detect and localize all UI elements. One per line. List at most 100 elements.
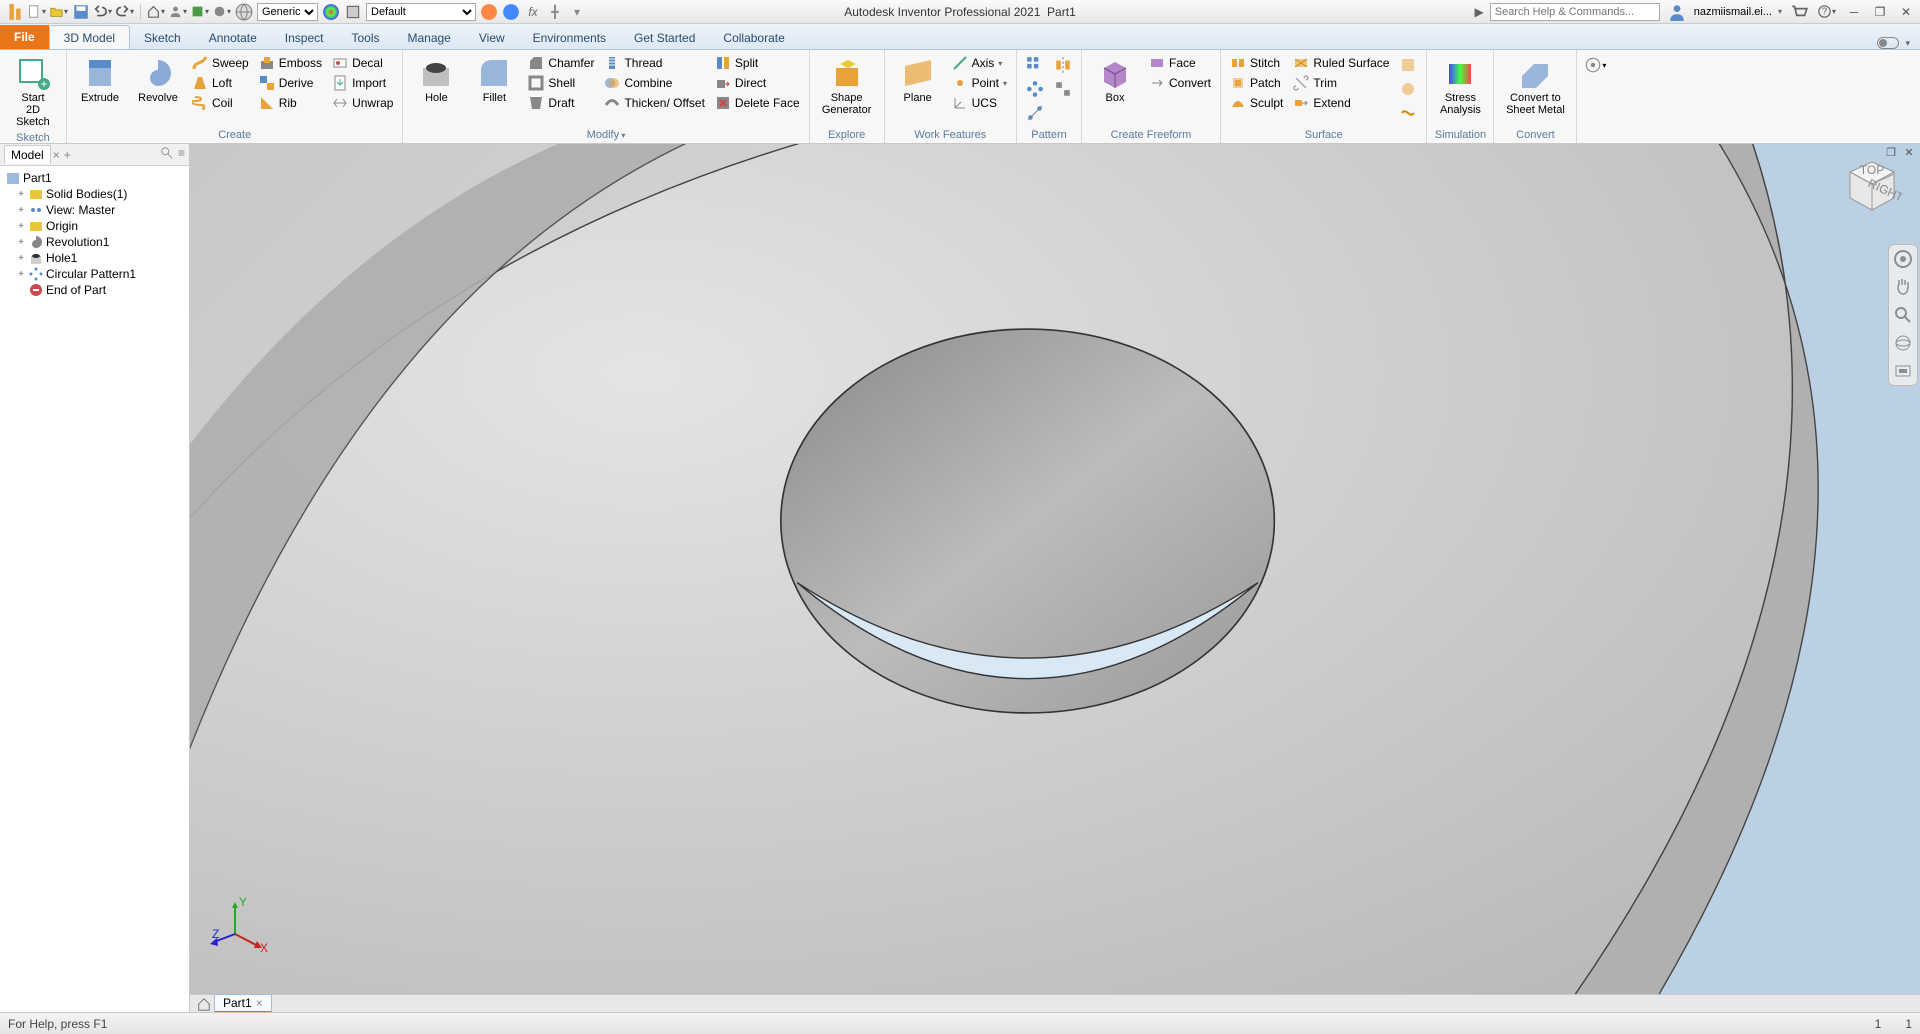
- tree-origin[interactable]: +Origin: [2, 218, 187, 234]
- tree-solid-bodies[interactable]: +Solid Bodies(1): [2, 186, 187, 202]
- scene-3d[interactable]: [190, 144, 1920, 994]
- surf3-button[interactable]: [1396, 102, 1420, 124]
- fx-icon[interactable]: fx: [524, 3, 542, 21]
- ribbon-toggle[interactable]: [1877, 37, 1899, 49]
- tab-collaborate[interactable]: Collaborate: [709, 26, 798, 49]
- browser-menu-icon[interactable]: ≡: [178, 146, 185, 163]
- viewport-close-icon[interactable]: ✕: [1902, 146, 1916, 160]
- fillet-button[interactable]: Fillet: [467, 54, 521, 106]
- nav-orbit-icon[interactable]: [1893, 333, 1913, 353]
- mirror-button[interactable]: [1051, 54, 1075, 76]
- unwrap-button[interactable]: Unwrap: [329, 94, 396, 112]
- tree-root[interactable]: Part1: [2, 170, 187, 186]
- color-wheel-icon[interactable]: [322, 3, 340, 21]
- thicken-button[interactable]: Thicken/ Offset: [601, 94, 707, 112]
- appearance-cube-icon[interactable]: [344, 3, 362, 21]
- chamfer-button[interactable]: Chamfer: [525, 54, 597, 72]
- user-icon[interactable]: [1668, 3, 1686, 21]
- viewport[interactable]: ❐ ✕ TOP RIGHT: [190, 144, 1920, 994]
- save-icon[interactable]: [72, 3, 90, 21]
- cart-icon[interactable]: [1790, 3, 1808, 21]
- restore-button[interactable]: ❐: [1870, 5, 1890, 19]
- thread-button[interactable]: Thread: [601, 54, 707, 72]
- trim-button[interactable]: Trim: [1290, 74, 1392, 92]
- tab-tools[interactable]: Tools: [337, 26, 393, 49]
- draft-button[interactable]: Draft: [525, 94, 597, 112]
- shape-generator-button[interactable]: Shape Generator: [816, 54, 878, 118]
- convert-freeform-button[interactable]: Convert: [1146, 74, 1214, 92]
- delete-face-button[interactable]: Delete Face: [712, 94, 803, 112]
- start-2d-sketch-button[interactable]: + Start 2D Sketch: [6, 54, 60, 130]
- appearance-select[interactable]: Default: [366, 3, 476, 21]
- rect-pattern-button[interactable]: [1023, 54, 1047, 76]
- redo-icon[interactable]: [116, 3, 134, 21]
- convert-sheet-metal-button[interactable]: Convert to Sheet Metal: [1500, 54, 1570, 118]
- point-button[interactable]: Point ▾: [949, 74, 1010, 92]
- tree-end-of-part[interactable]: End of Part: [2, 282, 187, 298]
- help-icon[interactable]: ?: [1818, 3, 1836, 21]
- import-button[interactable]: Import: [329, 74, 396, 92]
- surf2-button[interactable]: [1396, 78, 1420, 100]
- search-input[interactable]: [1490, 3, 1660, 21]
- browser-tab-add[interactable]: +: [64, 148, 71, 162]
- tab-get-started[interactable]: Get Started: [620, 26, 709, 49]
- tree-circular-pattern1[interactable]: +Circular Pattern1: [2, 266, 187, 282]
- tree-revolution1[interactable]: +Revolution1: [2, 234, 187, 250]
- home-icon[interactable]: [147, 3, 165, 21]
- rib-button[interactable]: Rib: [256, 94, 325, 112]
- stress-analysis-button[interactable]: Stress Analysis: [1433, 54, 1487, 118]
- split-button[interactable]: Split: [712, 54, 803, 72]
- loft-button[interactable]: Loft: [189, 74, 252, 92]
- decal-button[interactable]: Decal: [329, 54, 396, 72]
- nav-pan-icon[interactable]: [1893, 277, 1913, 297]
- nav-wheel-icon[interactable]: [1893, 249, 1913, 269]
- tree-hole1[interactable]: +Hole1: [2, 250, 187, 266]
- minimize-button[interactable]: ─: [1844, 5, 1864, 19]
- panel-modify-label[interactable]: Modify: [409, 127, 802, 143]
- circ-pattern-button[interactable]: [1023, 78, 1047, 100]
- qat-custom-icon[interactable]: ▾: [568, 3, 586, 21]
- ribbon-collapse-icon[interactable]: ▾: [1905, 38, 1910, 49]
- doc-home-button[interactable]: [194, 996, 214, 1012]
- box-button[interactable]: Box: [1088, 54, 1142, 106]
- browser-tab-model[interactable]: Model: [4, 145, 51, 164]
- direct-button[interactable]: Direct: [712, 74, 803, 92]
- color3-icon[interactable]: [502, 3, 520, 21]
- plane-button[interactable]: Plane: [891, 54, 945, 106]
- cloud-icon[interactable]: [213, 3, 231, 21]
- tab-sketch[interactable]: Sketch: [130, 26, 195, 49]
- extend-button[interactable]: Extend: [1290, 94, 1392, 112]
- tree-view-master[interactable]: +View: Master: [2, 202, 187, 218]
- coil-button[interactable]: Coil: [189, 94, 252, 112]
- ruled-surface-button[interactable]: Ruled Surface: [1290, 54, 1392, 72]
- combine-button[interactable]: Combine: [601, 74, 707, 92]
- derive-button[interactable]: Derive: [256, 74, 325, 92]
- hole-button[interactable]: Hole: [409, 54, 463, 106]
- doc-tab-part1[interactable]: Part1×: [214, 994, 272, 1013]
- appearance-globe-icon[interactable]: [235, 3, 253, 21]
- pattern2-button[interactable]: [1051, 78, 1075, 100]
- browser-tab-close[interactable]: ×: [53, 148, 60, 162]
- browser-search-icon[interactable]: [160, 146, 174, 163]
- ribbon-overflow-button[interactable]: ▾: [1583, 54, 1607, 76]
- face-button[interactable]: Face: [1146, 54, 1214, 72]
- tab-file[interactable]: File: [0, 25, 49, 49]
- shell-button[interactable]: Shell: [525, 74, 597, 92]
- sweep-button[interactable]: Sweep: [189, 54, 252, 72]
- tab-inspect[interactable]: Inspect: [271, 26, 338, 49]
- nav-zoom-icon[interactable]: [1893, 305, 1913, 325]
- nav-lookat-icon[interactable]: [1893, 361, 1913, 381]
- axis-button[interactable]: Axis ▾: [949, 54, 1010, 72]
- doc-tab-close[interactable]: ×: [256, 996, 263, 1010]
- material-select[interactable]: Generic: [257, 3, 318, 21]
- surf1-button[interactable]: [1396, 54, 1420, 76]
- close-button[interactable]: ✕: [1896, 5, 1916, 19]
- extrude-button[interactable]: Extrude: [73, 54, 127, 106]
- team-icon[interactable]: [169, 3, 187, 21]
- emboss-button[interactable]: Emboss: [256, 54, 325, 72]
- patch-button[interactable]: Patch: [1227, 74, 1286, 92]
- user-name[interactable]: nazmiismail.ei...: [1694, 6, 1772, 18]
- open-icon[interactable]: [50, 3, 68, 21]
- tab-annotate[interactable]: Annotate: [195, 26, 271, 49]
- plus-icon[interactable]: ╋: [546, 3, 564, 21]
